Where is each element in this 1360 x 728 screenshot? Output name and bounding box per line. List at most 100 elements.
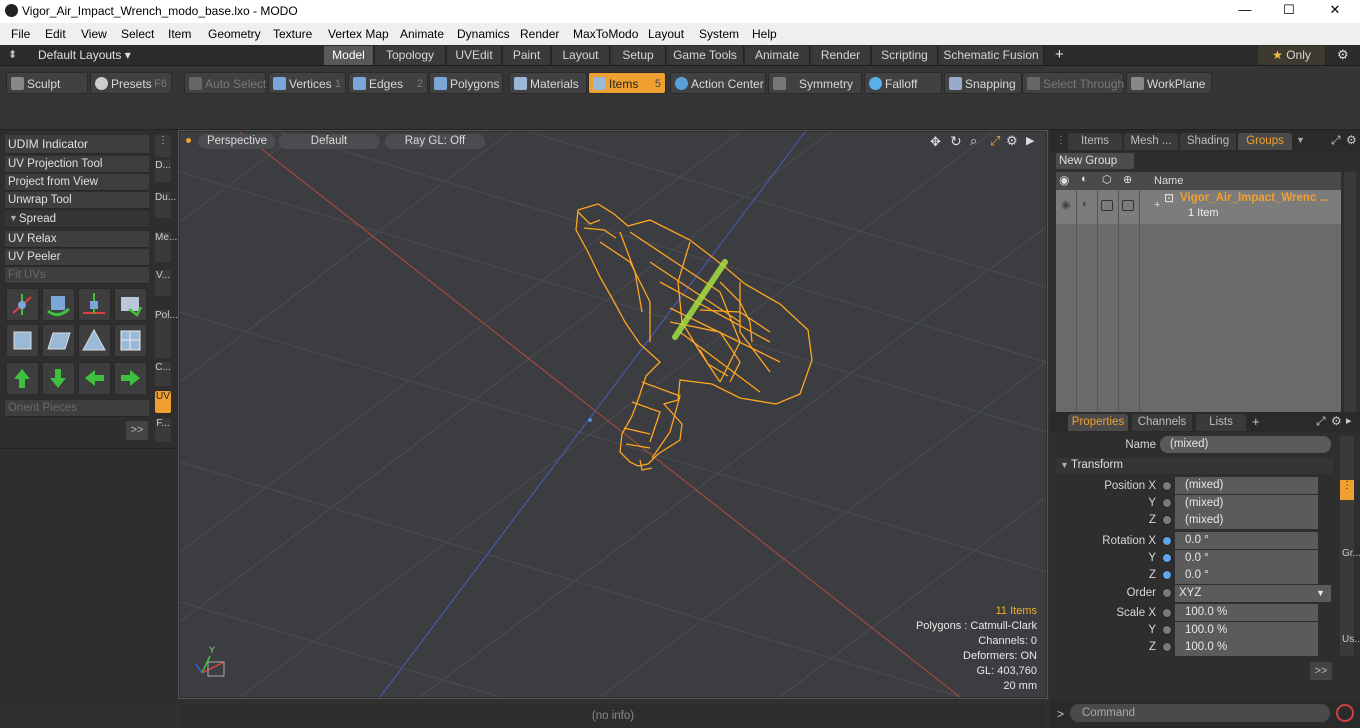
more-tools-button[interactable]: >>	[126, 421, 148, 440]
side-tab-uv[interactable]: UV	[155, 391, 171, 413]
menu-view[interactable]: View	[81, 27, 107, 41]
menu-vertex-map[interactable]: Vertex Map	[328, 27, 389, 41]
side-tab-f[interactable]: F...	[155, 418, 171, 442]
row-lock-checkbox[interactable]	[1101, 200, 1113, 211]
scale-x-keyframe-dot[interactable]	[1162, 608, 1172, 618]
auto-select-button[interactable]: Auto Select	[184, 72, 266, 94]
position-y-field[interactable]: (mixed)	[1175, 495, 1318, 512]
workplane-button[interactable]: WorkPlane	[1126, 72, 1212, 94]
menu-select[interactable]: Select	[121, 27, 154, 41]
fit-uvs-button[interactable]: Fit UVs	[5, 267, 149, 284]
rotation-x-field[interactable]: 0.0 °	[1175, 532, 1318, 549]
uv-mesh-icon[interactable]	[114, 324, 147, 357]
new-group-button[interactable]: New Group	[1056, 153, 1134, 169]
maximize-button[interactable]: ☐	[1266, 2, 1312, 22]
tab-topology[interactable]: Topology	[375, 46, 446, 65]
tab-game-tools[interactable]: Game Tools	[667, 46, 744, 65]
udim-indicator-button[interactable]: UDIM Indicator	[5, 135, 149, 154]
tab-uvedit[interactable]: UVEdit	[447, 46, 502, 65]
render-header-icon[interactable]: ◐	[1081, 173, 1088, 185]
menu-maxtomodo[interactable]: MaxToModo	[573, 27, 638, 41]
side-tab-d[interactable]: D...	[155, 160, 171, 182]
menu-render[interactable]: Render	[520, 27, 559, 41]
tab-shading[interactable]: Shading	[1180, 133, 1236, 150]
record-icon[interactable]	[1336, 704, 1354, 722]
tab-items[interactable]: Items	[1068, 133, 1122, 150]
scale-y-keyframe-dot[interactable]	[1162, 625, 1172, 635]
uv-transform-icon[interactable]	[6, 288, 39, 321]
uv-scale-icon[interactable]	[78, 288, 111, 321]
uv-cube-icon[interactable]	[6, 324, 39, 357]
tab-scripting[interactable]: Scripting	[872, 46, 938, 65]
row-visibility-icon[interactable]: ◉	[1061, 198, 1071, 211]
expand-row-icon[interactable]: +	[1154, 199, 1160, 211]
tab-model[interactable]: Model	[324, 46, 374, 65]
vertices-button[interactable]: Vertices 1	[268, 72, 346, 94]
layout-arrow-icon[interactable]: ⬍	[8, 48, 17, 61]
select-header-icon[interactable]: ⊕	[1123, 173, 1132, 186]
rotation-x-keyframe-dot[interactable]	[1162, 536, 1172, 546]
name-field[interactable]: (mixed)	[1160, 436, 1331, 453]
uv-rotate-icon[interactable]	[42, 288, 75, 321]
scale-y-field[interactable]: 100.0 %	[1175, 622, 1318, 639]
tab-properties[interactable]: Properties	[1068, 414, 1128, 431]
minimize-button[interactable]: —	[1222, 2, 1268, 22]
tab-layout[interactable]: Layout	[552, 46, 610, 65]
menu-animate[interactable]: Animate	[400, 27, 444, 41]
presets-button[interactable]: Presets F6	[90, 72, 172, 94]
order-dropdown[interactable]: XYZ ▼	[1175, 585, 1331, 602]
rotation-y-field[interactable]: 0.0 °	[1175, 550, 1318, 567]
menu-system[interactable]: System	[699, 27, 739, 41]
command-input[interactable]: Command	[1070, 704, 1330, 722]
menu-texture[interactable]: Texture	[273, 27, 312, 41]
tab-channels[interactable]: Channels	[1132, 414, 1192, 431]
properties-more-button[interactable]: >>	[1310, 662, 1332, 680]
lock-header-icon[interactable]: ⬡	[1102, 173, 1112, 186]
row-select-checkbox[interactable]	[1122, 200, 1134, 211]
position-z-field[interactable]: (mixed)	[1175, 512, 1318, 529]
default-layouts-dropdown[interactable]: Default Layouts ▾	[38, 48, 131, 62]
unwrap-tool-button[interactable]: Unwrap Tool	[5, 192, 149, 209]
snapping-button[interactable]: Snapping	[944, 72, 1022, 94]
side-tab-me[interactable]: Me...	[155, 232, 177, 262]
spread-section-toggle[interactable]: Spread	[5, 211, 149, 228]
side-tab-c[interactable]: C...	[155, 362, 171, 386]
tab-setup[interactable]: Setup	[611, 46, 666, 65]
materials-button[interactable]: Materials	[509, 72, 587, 94]
only-toggle[interactable]: ★ Only	[1258, 46, 1326, 65]
side-tab-pol[interactable]: Pol...	[155, 310, 178, 358]
tabs-dropdown-icon[interactable]: ▼	[1296, 135, 1305, 145]
visibility-header-icon[interactable]: ◉	[1059, 173, 1069, 187]
uv-projection-tool-button[interactable]: UV Projection Tool	[5, 156, 149, 173]
position-x-keyframe-dot[interactable]	[1162, 481, 1172, 491]
gear-icon[interactable]: ⚙	[1337, 47, 1349, 63]
scale-z-keyframe-dot[interactable]	[1162, 642, 1172, 652]
menu-item[interactable]: Item	[168, 27, 191, 41]
tab-groups[interactable]: Groups	[1238, 133, 1292, 150]
order-keyframe-dot[interactable]	[1162, 588, 1172, 598]
properties-side-tab-active[interactable]: ⋮	[1340, 480, 1354, 500]
row-render-icon[interactable]: ◐	[1082, 198, 1089, 210]
add-properties-tab-button[interactable]: +	[1252, 414, 1260, 429]
uv-peeler-button[interactable]: UV Peeler	[5, 249, 149, 266]
project-from-view-button[interactable]: Project from View	[5, 174, 149, 191]
expand-properties-icon[interactable]: ⤢	[1316, 414, 1326, 429]
tab-schematic-fusion[interactable]: Schematic Fusion	[939, 46, 1044, 65]
orient-pieces-button[interactable]: Orient Pieces	[5, 400, 149, 417]
rotation-z-keyframe-dot[interactable]	[1162, 570, 1172, 580]
position-x-field[interactable]: (mixed)	[1175, 477, 1318, 494]
move-right-icon[interactable]	[114, 362, 147, 395]
position-z-keyframe-dot[interactable]	[1162, 515, 1172, 525]
polygons-button[interactable]: Polygons	[429, 72, 503, 94]
groups-scrollbar[interactable]	[1344, 172, 1356, 421]
falloff-button[interactable]: Falloff	[864, 72, 942, 94]
move-left-icon[interactable]	[78, 362, 111, 395]
uv-grid-icon[interactable]	[42, 324, 75, 357]
add-tab-button[interactable]: +	[1055, 46, 1064, 63]
menu-layout[interactable]: Layout	[648, 27, 684, 41]
uv-pyramid-icon[interactable]	[78, 324, 111, 357]
side-tab-gr[interactable]: Gr...	[1342, 548, 1360, 559]
rotation-y-keyframe-dot[interactable]	[1162, 553, 1172, 563]
edges-button[interactable]: Edges 2	[348, 72, 428, 94]
menu-edit[interactable]: Edit	[45, 27, 66, 41]
